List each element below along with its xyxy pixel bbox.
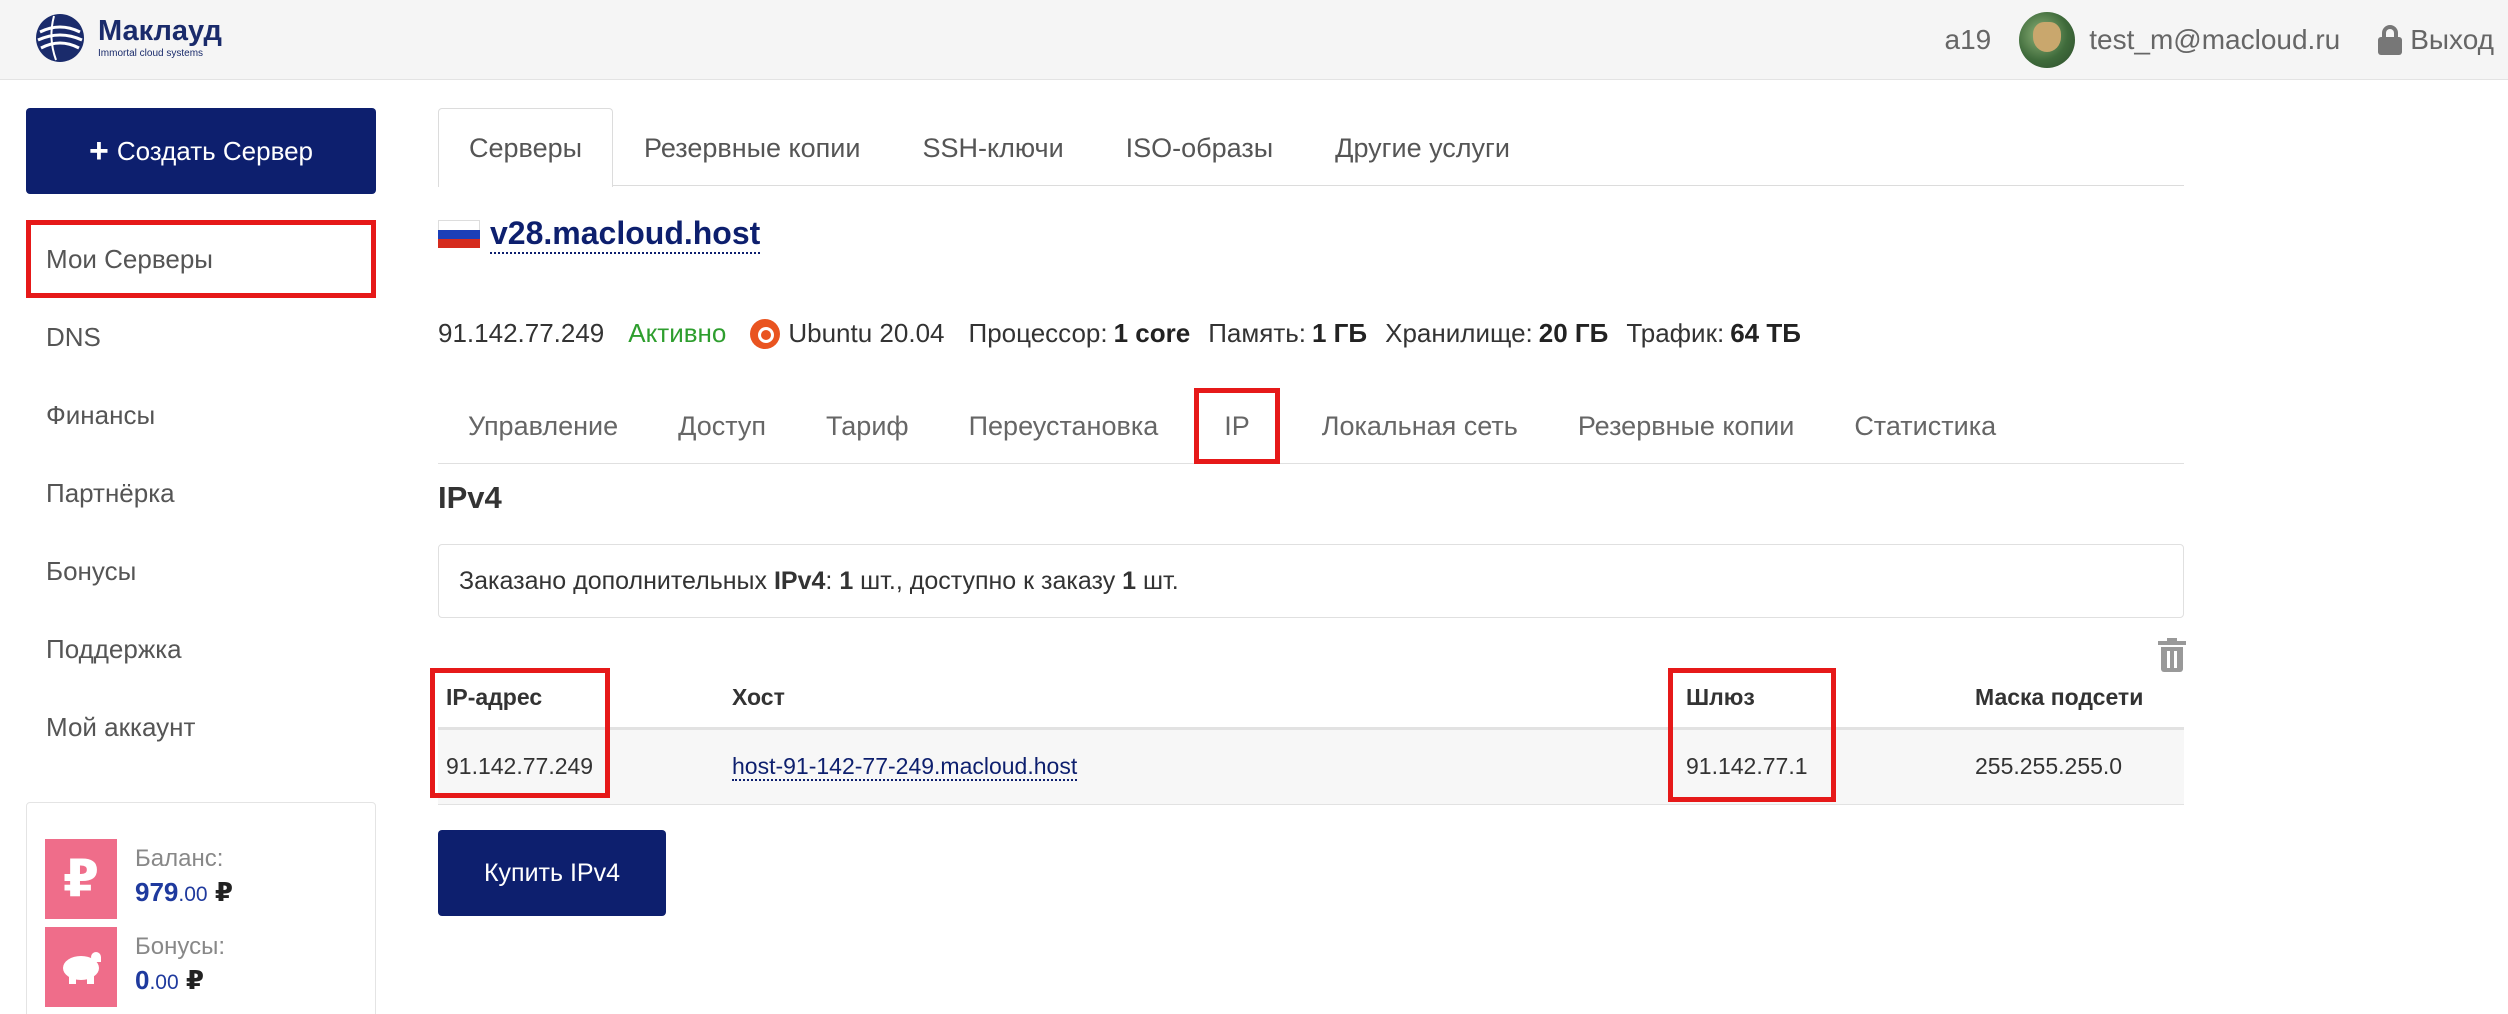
ipv4-info-box: Заказано дополнительных IPv4: 1 шт., дос… bbox=[438, 544, 2184, 618]
server-info-line: 91.142.77.249 Активно Ubuntu 20.04 Проце… bbox=[438, 318, 1819, 349]
sidebar-item-partner[interactable]: Партнёрка bbox=[26, 454, 376, 532]
piggy-bank-icon bbox=[45, 927, 117, 1007]
tab-servers[interactable]: Серверы bbox=[438, 108, 614, 187]
status-badge: Активно bbox=[628, 318, 727, 348]
section-title: IPv4 bbox=[438, 480, 502, 515]
traffic-label: Трафик: bbox=[1626, 318, 1725, 348]
column-header-mask: Маска подсети bbox=[1967, 668, 2184, 730]
team-name[interactable]: a19 bbox=[1945, 24, 1992, 56]
balance-label: Баланс: bbox=[135, 845, 224, 872]
server-tabs: Управление Доступ Тариф Переустановка IP… bbox=[438, 388, 2184, 464]
tab-server-backups[interactable]: Резервные копии bbox=[1548, 388, 1824, 463]
tab-other-services[interactable]: Другие услуги bbox=[1304, 108, 1541, 185]
sidebar-item-support[interactable]: Поддержка bbox=[26, 610, 376, 688]
brand-logo[interactable]: Маклауд Immortal cloud systems bbox=[34, 8, 254, 68]
tab-statistics[interactable]: Статистика bbox=[1824, 388, 2026, 463]
avatar[interactable] bbox=[2019, 12, 2076, 68]
brand-tagline: Immortal cloud systems bbox=[98, 48, 204, 59]
sidebar-item-finance[interactable]: Финансы bbox=[26, 376, 376, 454]
logout-link[interactable]: Выход bbox=[2378, 24, 2494, 56]
ip-column-highlight bbox=[430, 668, 610, 798]
sidebar-item-bonuses[interactable]: Бонусы bbox=[26, 532, 376, 610]
traffic-value: 64 ТБ bbox=[1730, 318, 1801, 348]
tab-management[interactable]: Управление bbox=[438, 388, 648, 463]
tab-access[interactable]: Доступ bbox=[648, 388, 796, 463]
tab-reinstall[interactable]: Переустановка bbox=[939, 388, 1189, 463]
balance-value: 979.00 ₽ bbox=[135, 877, 233, 907]
server-title: v28.macloud.host bbox=[438, 214, 761, 254]
tab-local-network[interactable]: Локальная сеть bbox=[1292, 388, 1548, 463]
sidebar-nav: Мои Серверы DNS Финансы Партнёрка Бонусы… bbox=[26, 220, 376, 766]
sidebar-item-my-servers[interactable]: Мои Серверы bbox=[26, 220, 376, 298]
balance-row[interactable]: ₽ Баланс: 979.00 ₽ bbox=[45, 839, 233, 919]
create-server-button[interactable]: + Создать Сервер bbox=[26, 108, 376, 194]
ruble-icon: ₽ bbox=[45, 839, 117, 919]
gateway-column-highlight bbox=[1668, 668, 1836, 802]
tab-ssh-keys[interactable]: SSH-ключи bbox=[891, 108, 1094, 185]
storage-label: Хранилище: bbox=[1385, 318, 1533, 348]
cell-mask: 255.255.255.0 bbox=[1967, 728, 2184, 805]
bonuses-row[interactable]: Бонусы: 0.00 ₽ bbox=[45, 927, 225, 1007]
host-link[interactable]: host-91-142-77-249.macloud.host bbox=[732, 753, 1078, 781]
logo-globe-icon bbox=[36, 14, 84, 62]
cell-host: host-91-142-77-249.macloud.host bbox=[724, 728, 1678, 805]
server-ip: 91.142.77.249 bbox=[438, 318, 605, 348]
ram-label: Память: bbox=[1208, 318, 1306, 348]
main-tabs: Серверы Резервные копии SSH-ключи ISO-об… bbox=[438, 108, 2184, 187]
cpu-label: Процессор: bbox=[968, 318, 1108, 348]
trash-icon[interactable] bbox=[2158, 638, 2186, 672]
sidebar-item-account[interactable]: Мой аккаунт bbox=[26, 688, 376, 766]
create-server-label: Создать Сервер bbox=[116, 135, 314, 166]
tab-iso-images[interactable]: ISO-образы bbox=[1095, 108, 1305, 185]
bonuses-label: Бонусы: bbox=[135, 933, 225, 960]
storage-value: 20 ГБ bbox=[1538, 318, 1609, 348]
user-email[interactable]: test_m@macloud.ru bbox=[2089, 24, 2340, 56]
ram-value: 1 ГБ bbox=[1312, 318, 1368, 348]
sidebar-item-dns[interactable]: DNS bbox=[26, 298, 376, 376]
brand-name: Маклауд bbox=[98, 15, 222, 47]
cpu-value: 1 core bbox=[1113, 318, 1191, 348]
plus-icon: + bbox=[88, 132, 109, 170]
tab-backups[interactable]: Резервные копии bbox=[613, 108, 891, 185]
ip-table: IP-адрес Хост Шлюз Маска подсети 91.142.… bbox=[438, 668, 2184, 805]
server-os: Ubuntu 20.04 bbox=[788, 318, 945, 348]
tab-ip[interactable]: IP bbox=[1194, 388, 1280, 464]
tab-tariff[interactable]: Тариф bbox=[796, 388, 939, 463]
column-header-host: Хост bbox=[724, 668, 1678, 730]
table-row: 91.142.77.249 host-91-142-77-249.macloud… bbox=[438, 728, 2184, 805]
top-bar: Маклауд Immortal cloud systems a19 test_… bbox=[0, 0, 2508, 80]
bonuses-value: 0.00 ₽ bbox=[135, 965, 204, 995]
balance-card: ₽ Баланс: 979.00 ₽ Бонусы: 0.00 ₽ bbox=[26, 802, 376, 1014]
server-name-link[interactable]: v28.macloud.host bbox=[490, 214, 761, 254]
main-content: Серверы Резервные копии SSH-ключи ISO-об… bbox=[430, 108, 2186, 916]
logout-label: Выход bbox=[2410, 24, 2494, 55]
russia-flag-icon bbox=[438, 220, 480, 248]
buy-ipv4-button[interactable]: Купить IPv4 bbox=[438, 830, 666, 916]
lock-icon bbox=[2378, 25, 2403, 55]
ubuntu-icon bbox=[750, 318, 781, 349]
